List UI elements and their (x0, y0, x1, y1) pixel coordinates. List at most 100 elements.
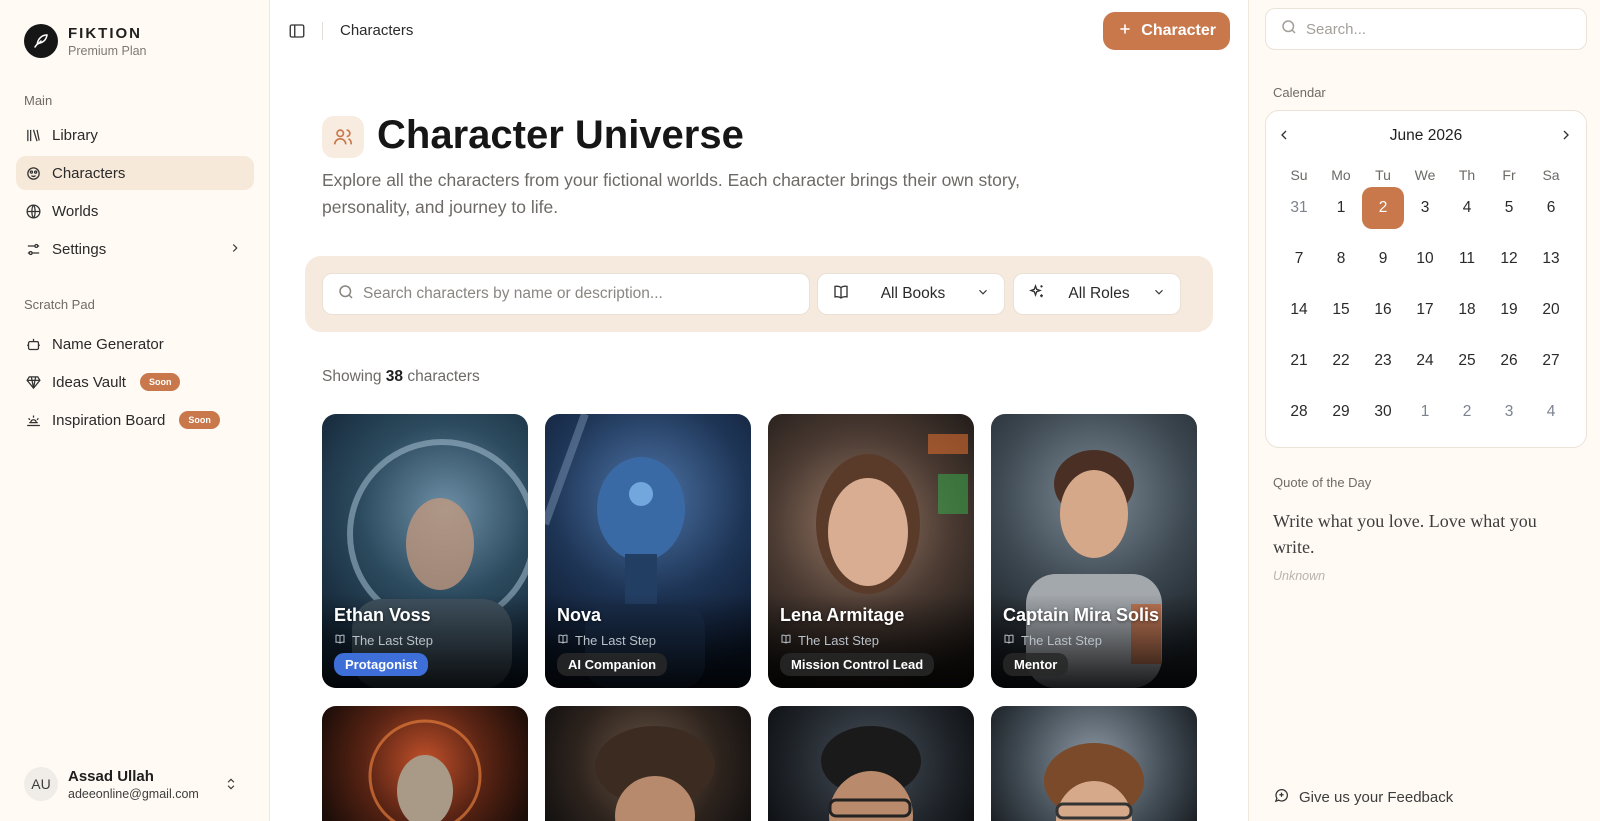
role-badge: Mission Control Lead (780, 653, 935, 676)
calendar-day[interactable]: 11 (1446, 238, 1488, 280)
character-card[interactable] (768, 706, 974, 821)
sidebar-item-label: Worlds (52, 202, 99, 220)
calendar-day[interactable]: 3 (1488, 391, 1530, 433)
calendar-day[interactable]: 13 (1530, 238, 1572, 280)
character-search[interactable] (322, 273, 810, 315)
calendar-day[interactable]: 30 (1362, 391, 1404, 433)
calendar-day[interactable]: 2 (1446, 391, 1488, 433)
calendar-day[interactable]: 12 (1488, 238, 1530, 280)
calendar-day[interactable]: 1 (1404, 391, 1446, 433)
add-character-button[interactable]: Character (1103, 12, 1230, 50)
character-portrait (595, 726, 715, 821)
search-input[interactable] (1306, 20, 1576, 38)
calendar-day[interactable]: 4 (1530, 391, 1572, 433)
character-card[interactable] (545, 706, 751, 821)
calendar-day[interactable]: 8 (1320, 238, 1362, 280)
characters-icon (24, 164, 42, 182)
sidebar-item-ideas-vault[interactable]: Ideas Vault Soon (16, 365, 254, 399)
calendar-day[interactable]: 22 (1320, 340, 1362, 382)
sidebar-toggle-icon[interactable] (288, 22, 306, 40)
calendar-day[interactable]: 14 (1278, 289, 1320, 331)
calendar-day[interactable]: 24 (1404, 340, 1446, 382)
weekday-label: Mo (1331, 167, 1351, 183)
filter-bar: All Books All Roles (305, 256, 1213, 332)
brand[interactable]: FIKTION Premium Plan (24, 24, 147, 58)
character-book-title: The Last Step (575, 633, 656, 648)
sidebar-item-worlds[interactable]: Worlds (16, 194, 254, 228)
character-book-title: The Last Step (352, 633, 433, 648)
calendar-day-selected[interactable]: 2 (1362, 187, 1404, 229)
calendar-day[interactable]: 9 (1362, 238, 1404, 280)
search-input[interactable] (363, 285, 803, 303)
calendar-day[interactable]: 3 (1404, 187, 1446, 229)
add-character-label: Character (1141, 22, 1216, 39)
sidebar-item-name-generator[interactable]: Name Generator (16, 327, 254, 361)
role-badge: Protagonist (334, 653, 429, 676)
character-name: Ethan Voss (334, 605, 431, 625)
book-icon (780, 633, 792, 648)
character-card-lena-armitage[interactable]: Lena Armitage The Last Step Mission Cont… (768, 414, 974, 688)
sidebar-item-settings[interactable]: Settings (16, 232, 254, 266)
quote-author: Unknown (1273, 569, 1326, 583)
users-icon (322, 116, 364, 158)
character-card-nova[interactable]: Nova The Last Step AI Companion (545, 414, 751, 688)
feedback-button[interactable]: Give us your Feedback (1273, 787, 1453, 808)
calendar-day[interactable]: 16 (1362, 289, 1404, 331)
calendar-day[interactable]: 25 (1446, 340, 1488, 382)
calendar-day[interactable]: 26 (1488, 340, 1530, 382)
sidebar-item-label: Library (52, 126, 98, 144)
library-icon (24, 126, 42, 144)
calendar-day[interactable]: 1 (1320, 187, 1362, 229)
user-menu[interactable]: AU Assad Ullah adeeonline@gmail.com (24, 767, 250, 801)
character-name: Nova (557, 605, 602, 625)
calendar-day[interactable]: 20 (1530, 289, 1572, 331)
book-icon (334, 633, 346, 648)
search-icon (1280, 18, 1298, 41)
calendar-day[interactable]: 4 (1446, 187, 1488, 229)
role-badge: AI Companion (557, 653, 668, 676)
character-card[interactable] (322, 706, 528, 821)
character-card-ethan-voss[interactable]: Ethan Voss The Last Step Protagonist (322, 414, 528, 688)
results-number: 38 (385, 368, 404, 385)
scratch-section-label: Scratch Pad (24, 297, 95, 312)
quote-text: Write what you love. Love what you write… (1273, 511, 1537, 557)
calendar-day[interactable]: 15 (1320, 289, 1362, 331)
feather-logo-icon (24, 24, 58, 58)
books-select-value: All Books (880, 285, 946, 302)
calendar-day[interactable]: 7 (1278, 238, 1320, 280)
calendar-day[interactable]: 6 (1530, 187, 1572, 229)
sidebar-item-label: Inspiration Board (52, 411, 166, 429)
character-book: The Last Step (334, 633, 433, 648)
calendar-day[interactable]: 21 (1278, 340, 1320, 382)
page-description: Explore all the characters from your fic… (322, 170, 1021, 217)
roles-select[interactable]: All Roles (1013, 273, 1181, 315)
sidebar-item-inspiration-board[interactable]: Inspiration Board Soon (16, 403, 254, 437)
main-content: Characters Character Character Universe … (270, 0, 1248, 821)
calendar-day[interactable]: 5 (1488, 187, 1530, 229)
calendar-day[interactable]: 19 (1488, 289, 1530, 331)
calendar-day[interactable]: 27 (1530, 340, 1572, 382)
books-select[interactable]: All Books (817, 273, 1005, 315)
user-email: adeeonline@gmail.com (68, 786, 199, 801)
global-search[interactable] (1265, 8, 1587, 50)
calendar-day[interactable]: 23 (1362, 340, 1404, 382)
main-section-label: Main (24, 93, 53, 108)
calendar-day[interactable]: 28 (1278, 391, 1320, 433)
role-badge: Mentor (1003, 653, 1069, 676)
results-count: Showing 38 characters (322, 368, 480, 386)
chevron-right-icon (228, 241, 242, 259)
weekday-label: We (1414, 167, 1436, 183)
globe-icon (24, 202, 42, 220)
character-card-captain-mira-solis[interactable]: Captain Mira Solis The Last Step Mentor (991, 414, 1197, 688)
sidebar-item-characters[interactable]: Characters (16, 156, 254, 190)
calendar-day[interactable]: 29 (1320, 391, 1362, 433)
sidebar-item-library[interactable]: Library (16, 118, 254, 152)
calendar-day[interactable]: 31 (1278, 187, 1320, 229)
calendar: June 2026 Su Mo Tu We Th Fr Sa 31 1 2 3 4 5 6 7 8 9 10 11… (1265, 110, 1587, 448)
calendar-day[interactable]: 17 (1404, 289, 1446, 331)
chevron-right-icon[interactable] (1558, 127, 1576, 145)
character-card[interactable] (991, 706, 1197, 821)
calendar-day[interactable]: 10 (1404, 238, 1446, 280)
character-book-title: The Last Step (1021, 633, 1102, 648)
calendar-day[interactable]: 18 (1446, 289, 1488, 331)
